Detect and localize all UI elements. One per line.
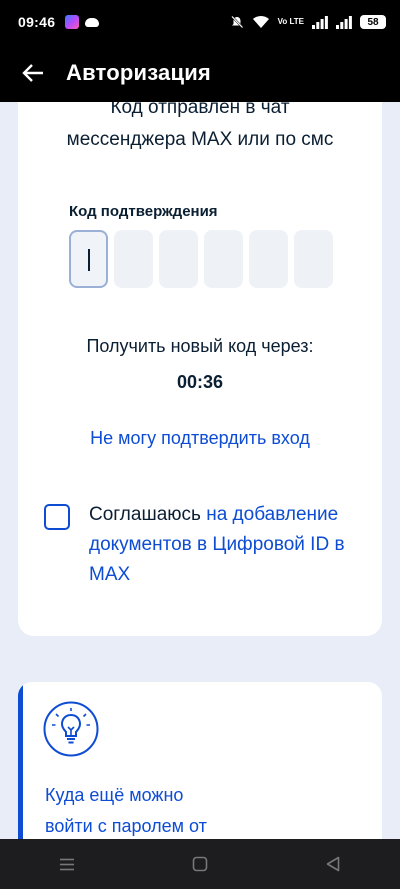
code-digit-input-3[interactable] [159,230,198,288]
triangle-back-icon [327,856,340,872]
code-sent-message: Код отправлен в чат мессенджера MAX или … [18,102,382,156]
code-input-group [69,230,333,288]
lightbulb-icon [43,701,99,757]
network-type-label: Vo LTE [277,17,304,26]
code-digit-input-1[interactable] [69,230,108,288]
wifi-icon [252,15,269,28]
tip-text: Куда ещё можно войти с паролем от [45,780,345,842]
system-back-button[interactable] [313,844,353,884]
back-button[interactable] [18,58,48,88]
auth-card: Код отправлен в чат мессенджера MAX или … [18,102,382,636]
resend-timer: 00:36 [176,372,224,392]
arrow-left-icon [22,64,43,82]
status-notification-icons [65,15,100,29]
battery-level: 58 [367,16,379,28]
app-header: Авторизация [0,44,400,102]
code-digit-input-5[interactable] [249,230,288,288]
agreement-prefix: Соглашаюсь [89,504,201,525]
status-bar: 09:46 Vo LTE 58 [0,0,400,44]
page-title: Авторизация [66,60,211,85]
recent-apps-button[interactable] [47,844,87,884]
code-digit-input-4[interactable] [204,230,243,288]
tip-text-line2: войти с паролем от [45,816,207,836]
code-sent-message-line1: Код отправлен в чат [110,102,290,118]
code-digit-input-2[interactable] [114,230,153,288]
agreement-text: Соглашаюсь на добавление документов в Ци… [89,500,364,590]
status-time: 09:46 [18,14,56,30]
battery-icon: 58 [360,15,386,29]
mute-icon [230,15,243,29]
signal-icon [312,15,328,29]
status-system-icons: Vo LTE 58 [230,15,386,29]
tip-text-line1: Куда ещё можно [45,785,184,805]
resend-label: Получить новый код через: [86,336,314,356]
app-notification-icon [65,15,80,29]
square-icon [192,856,208,872]
agreement-checkbox[interactable] [44,504,70,530]
code-label: Код подтверждения [69,203,218,220]
home-button[interactable] [180,844,220,884]
menu-lines-icon [59,858,74,870]
signal-icon-secondary [336,15,352,29]
cant-confirm-link[interactable]: Не могу подтвердить вход [18,428,382,449]
agreement-row: Соглашаюсь на добавление документов в Ци… [44,500,364,590]
text-caret [88,249,90,271]
system-nav-bar [0,839,400,889]
network-type-badge: Vo LTE [278,18,304,26]
cloud-icon [85,17,100,27]
code-digit-input-6[interactable] [294,230,333,288]
code-sent-message-line2: мессенджера MAX или по смс [66,129,334,150]
